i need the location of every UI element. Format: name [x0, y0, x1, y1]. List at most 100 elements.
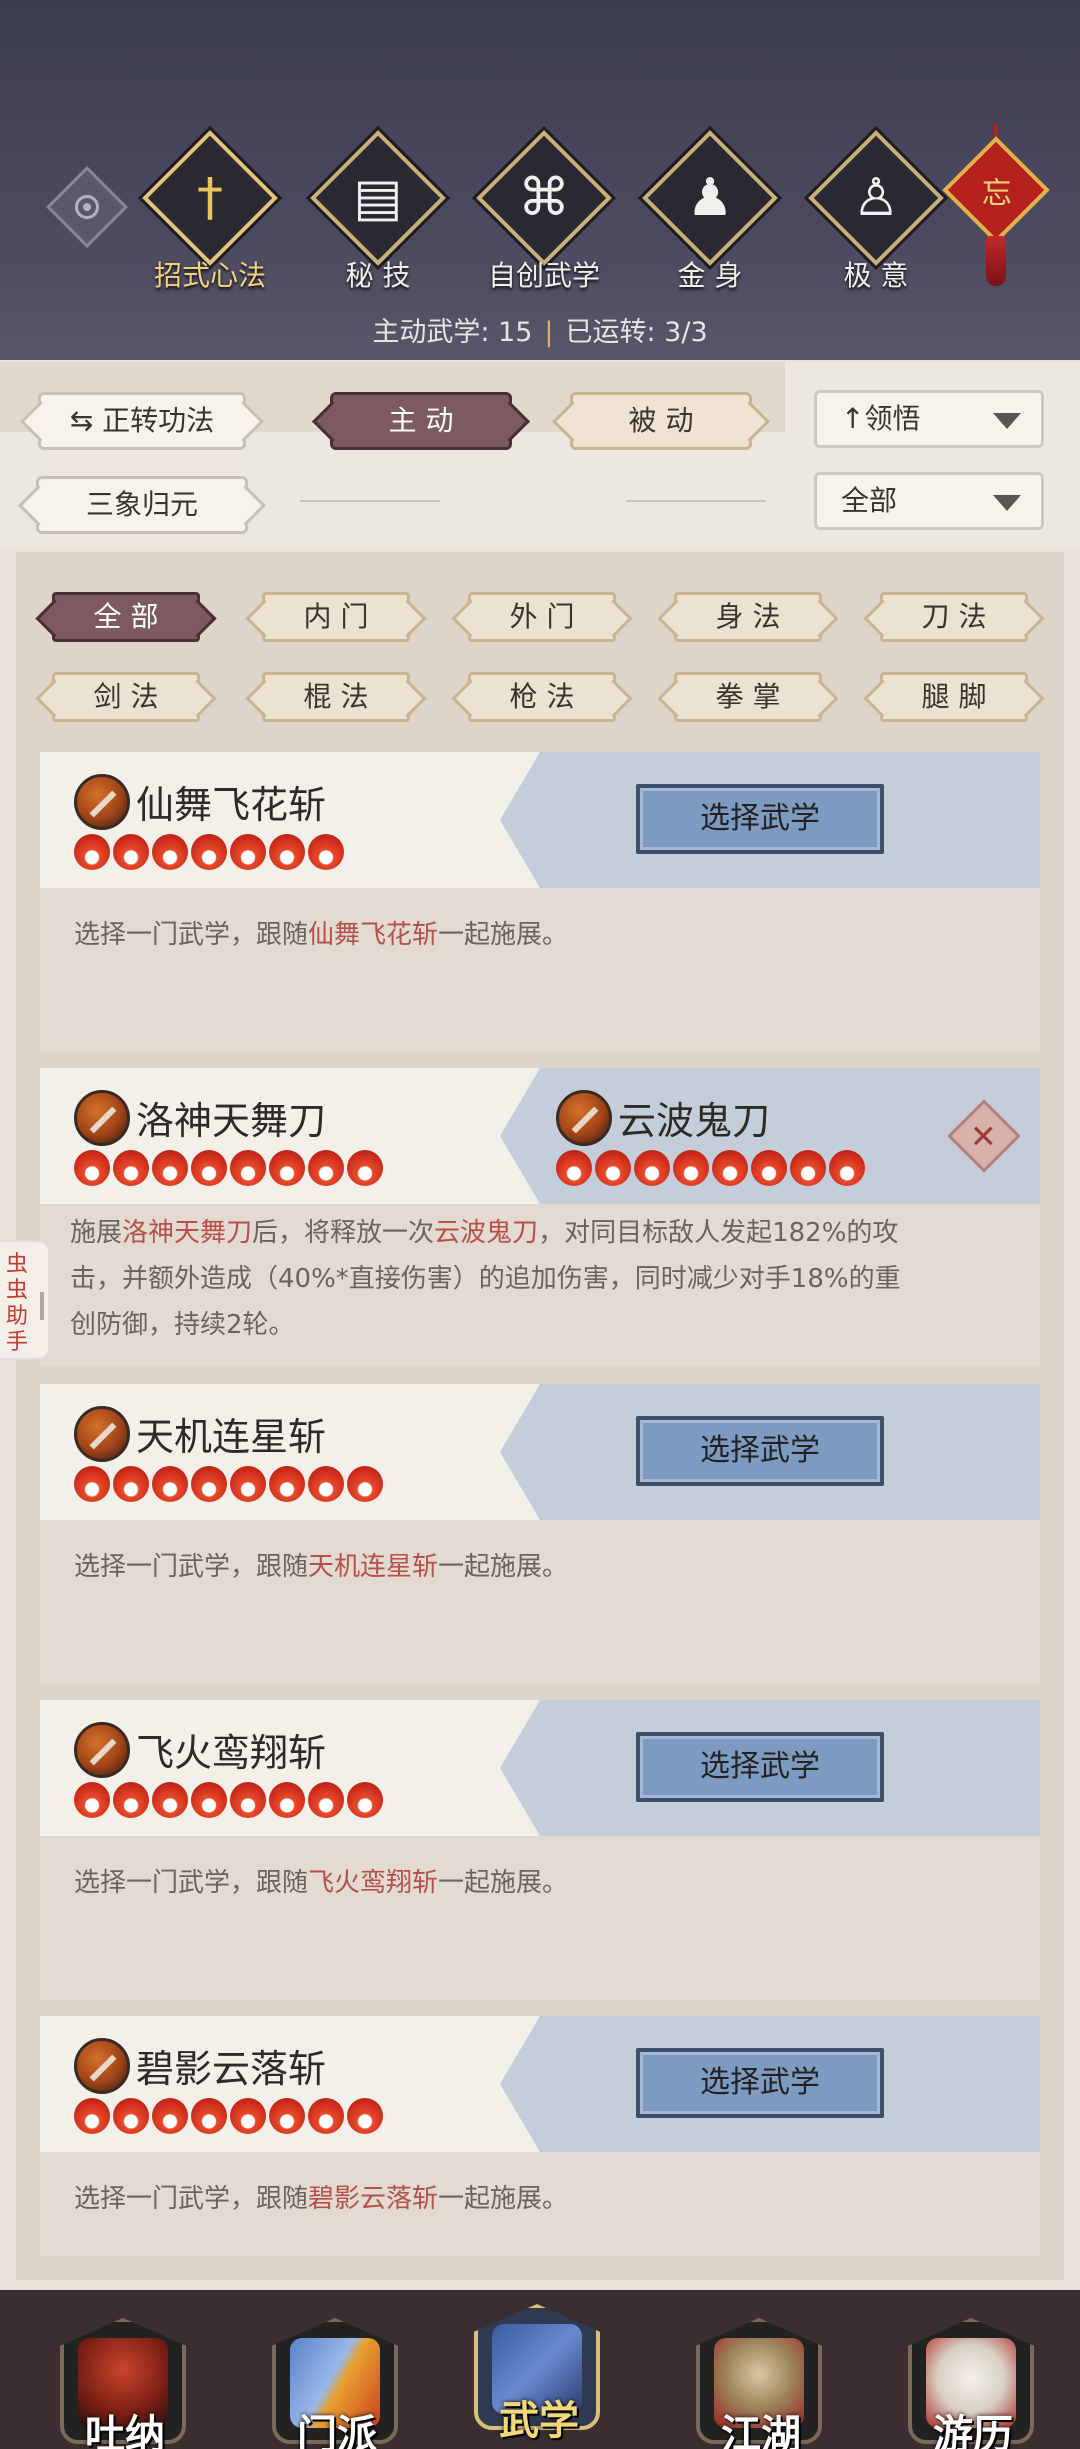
- sword-icon: †: [197, 168, 223, 228]
- toggle-direction-button[interactable]: ⇆ 正转功法: [38, 392, 246, 450]
- scroll-icon: ⌘: [518, 168, 570, 228]
- filter-qiangfa[interactable]: 枪 法: [468, 672, 616, 722]
- star-icon: [152, 1466, 188, 1502]
- control-bar: ⇆ 正转功法 主 动 被 动 ↑领悟 三象归元 全部: [0, 362, 1080, 547]
- header: † 招式心法 ▤ 秘 技 ⌘ 自创武学 ♟ 金 身 ♙ 极 意 忘 主动武学: …: [0, 0, 1080, 360]
- star-icon: [269, 1150, 305, 1186]
- star-icon: [347, 1466, 383, 1502]
- skill-name: 洛神天舞刀: [136, 1099, 327, 1143]
- star-icon: [790, 1150, 826, 1186]
- filter-all[interactable]: 全 部: [52, 592, 200, 642]
- divider: [626, 500, 766, 502]
- star-icon: [308, 1466, 344, 1502]
- star-rating: [74, 1782, 383, 1818]
- assistant-side-tab[interactable]: 虫虫助手: [0, 1240, 50, 1360]
- chinese-knot-icon[interactable]: 忘: [942, 136, 1050, 244]
- star-rating: [74, 834, 344, 870]
- star-icon: [595, 1150, 631, 1186]
- nav-wuxue[interactable]: 武学: [464, 2296, 614, 2444]
- star-icon: [347, 1150, 383, 1186]
- tab-zichuang-wuxue[interactable]: ⌘ 自创武学: [464, 130, 614, 300]
- martial-stats: 主动武学: 15 | 已运转: 3/3: [372, 317, 708, 348]
- tab-active[interactable]: 主 动: [330, 392, 512, 450]
- star-icon: [74, 1466, 110, 1502]
- skill-description: 选择一门武学，跟随飞火鸾翔斩一起施展。: [74, 1868, 569, 1898]
- select-skill-button[interactable]: 选择武学: [636, 1416, 884, 1486]
- filter-neimen[interactable]: 内 门: [262, 592, 410, 642]
- eye-icon[interactable]: [45, 165, 129, 249]
- skill-list[interactable]: 全 部 内 门 外 门 身 法 刀 法 剑 法 棍 法 枪 法 拳 掌 腿 脚 …: [16, 552, 1064, 2280]
- star-icon: [113, 1150, 149, 1186]
- star-icon: [269, 1782, 305, 1818]
- running-count: 已运转: 3/3: [565, 317, 708, 348]
- bottom-nav: 吐纳 门派 武学 江湖 游历: [0, 2290, 1080, 2449]
- book-icon: ▤: [353, 168, 403, 228]
- star-icon: [230, 1782, 266, 1818]
- star-icon: [152, 834, 188, 870]
- tab-zhaoshi-xinfa[interactable]: † 招式心法: [130, 130, 280, 300]
- tab-label: 招式心法: [153, 259, 266, 292]
- meditation-icon: ♟: [686, 168, 734, 228]
- nav-menpai[interactable]: 门派: [262, 2310, 412, 2449]
- blade-skill-icon: [74, 774, 130, 830]
- star-icon: [751, 1150, 787, 1186]
- filter-gunfa[interactable]: 棍 法: [262, 672, 410, 722]
- star-icon: [113, 2098, 149, 2134]
- star-icon: [308, 2098, 344, 2134]
- star-icon: [673, 1150, 709, 1186]
- tab-miji[interactable]: ▤ 秘 技: [298, 130, 448, 300]
- star-icon: [74, 1150, 110, 1186]
- chevron-down-icon: [993, 413, 1021, 429]
- sanxiang-guiyuan-button[interactable]: 三象归元: [36, 476, 248, 534]
- filter-waimen[interactable]: 外 门: [468, 592, 616, 642]
- tab-label: 极 意: [843, 259, 909, 292]
- tab-passive[interactable]: 被 动: [570, 392, 752, 450]
- blade-skill-icon: [74, 1406, 130, 1462]
- assistant-label: 虫虫助手: [6, 1252, 29, 1355]
- sort-dropdown[interactable]: ↑领悟: [814, 390, 1044, 448]
- tab-jinshen[interactable]: ♟ 金 身: [630, 130, 780, 300]
- star-icon: [74, 1782, 110, 1818]
- scope-dropdown[interactable]: 全部: [814, 472, 1044, 530]
- blade-skill-icon: [556, 1090, 612, 1146]
- select-skill-button[interactable]: 选择武学: [636, 1732, 884, 1802]
- nav-tuna[interactable]: 吐纳: [50, 2310, 200, 2449]
- star-icon: [191, 834, 227, 870]
- star-rating: [74, 2098, 383, 2134]
- star-icon: [269, 834, 305, 870]
- star-icon: [74, 834, 110, 870]
- swap-icon: ⇆: [69, 404, 103, 437]
- filter-shenfa[interactable]: 身 法: [674, 592, 822, 642]
- martial-pose-icon: ♙: [852, 168, 900, 228]
- skill-card: 仙舞飞花斩 选择武学 选择一门武学，跟随仙舞飞花斩一起施展。: [40, 752, 1040, 1052]
- star-icon: [113, 1466, 149, 1502]
- nav-jianghu[interactable]: 江湖: [686, 2310, 836, 2449]
- arrow-up-icon: ↑: [841, 402, 865, 435]
- skill-description: 选择一门武学，跟随碧影云落斩一起施展。: [74, 2184, 569, 2214]
- skill-description: 施展洛神天舞刀后，将释放一次云波鬼刀，对同目标敌人发起182%的攻 击，并额外造…: [70, 1218, 901, 1340]
- divider: [300, 500, 440, 502]
- nav-youli[interactable]: 游历: [898, 2310, 1048, 2449]
- partner-skill-name: 云波鬼刀: [618, 1099, 771, 1143]
- filter-quanzhang[interactable]: 拳 掌: [674, 672, 822, 722]
- select-skill-button[interactable]: 选择武学: [636, 784, 884, 854]
- select-skill-button[interactable]: 选择武学: [636, 2048, 884, 2118]
- star-icon: [113, 1782, 149, 1818]
- star-icon: [712, 1150, 748, 1186]
- star-icon: [191, 1466, 227, 1502]
- tab-jiyi[interactable]: ♙ 极 意: [796, 130, 946, 300]
- skill-card: 碧影云落斩 选择武学 选择一门武学，跟随碧影云落斩一起施展。: [40, 2016, 1040, 2256]
- close-icon: ✕: [969, 1117, 997, 1156]
- filter-tuijiao[interactable]: 腿 脚: [880, 672, 1028, 722]
- skill-name: 飞火鸾翔斩: [136, 1731, 327, 1775]
- active-count: 主动武学: 15: [372, 317, 533, 348]
- filter-jianfa[interactable]: 剑 法: [52, 672, 200, 722]
- tab-label: 自创武学: [487, 259, 600, 292]
- filter-daofa[interactable]: 刀 法: [880, 592, 1028, 642]
- star-icon: [556, 1150, 592, 1186]
- skill-combo-card: 洛神天舞刀 云波鬼刀 ✕ 施展洛神天舞刀后，将释放一次云波鬼刀，对同目标敌人发起…: [40, 1068, 1040, 1366]
- star-icon: [230, 1466, 266, 1502]
- star-icon: [347, 1782, 383, 1818]
- skill-card: 天机连星斩 选择武学 选择一门武学，跟随天机连星斩一起施展。: [40, 1384, 1040, 1684]
- star-icon: [191, 2098, 227, 2134]
